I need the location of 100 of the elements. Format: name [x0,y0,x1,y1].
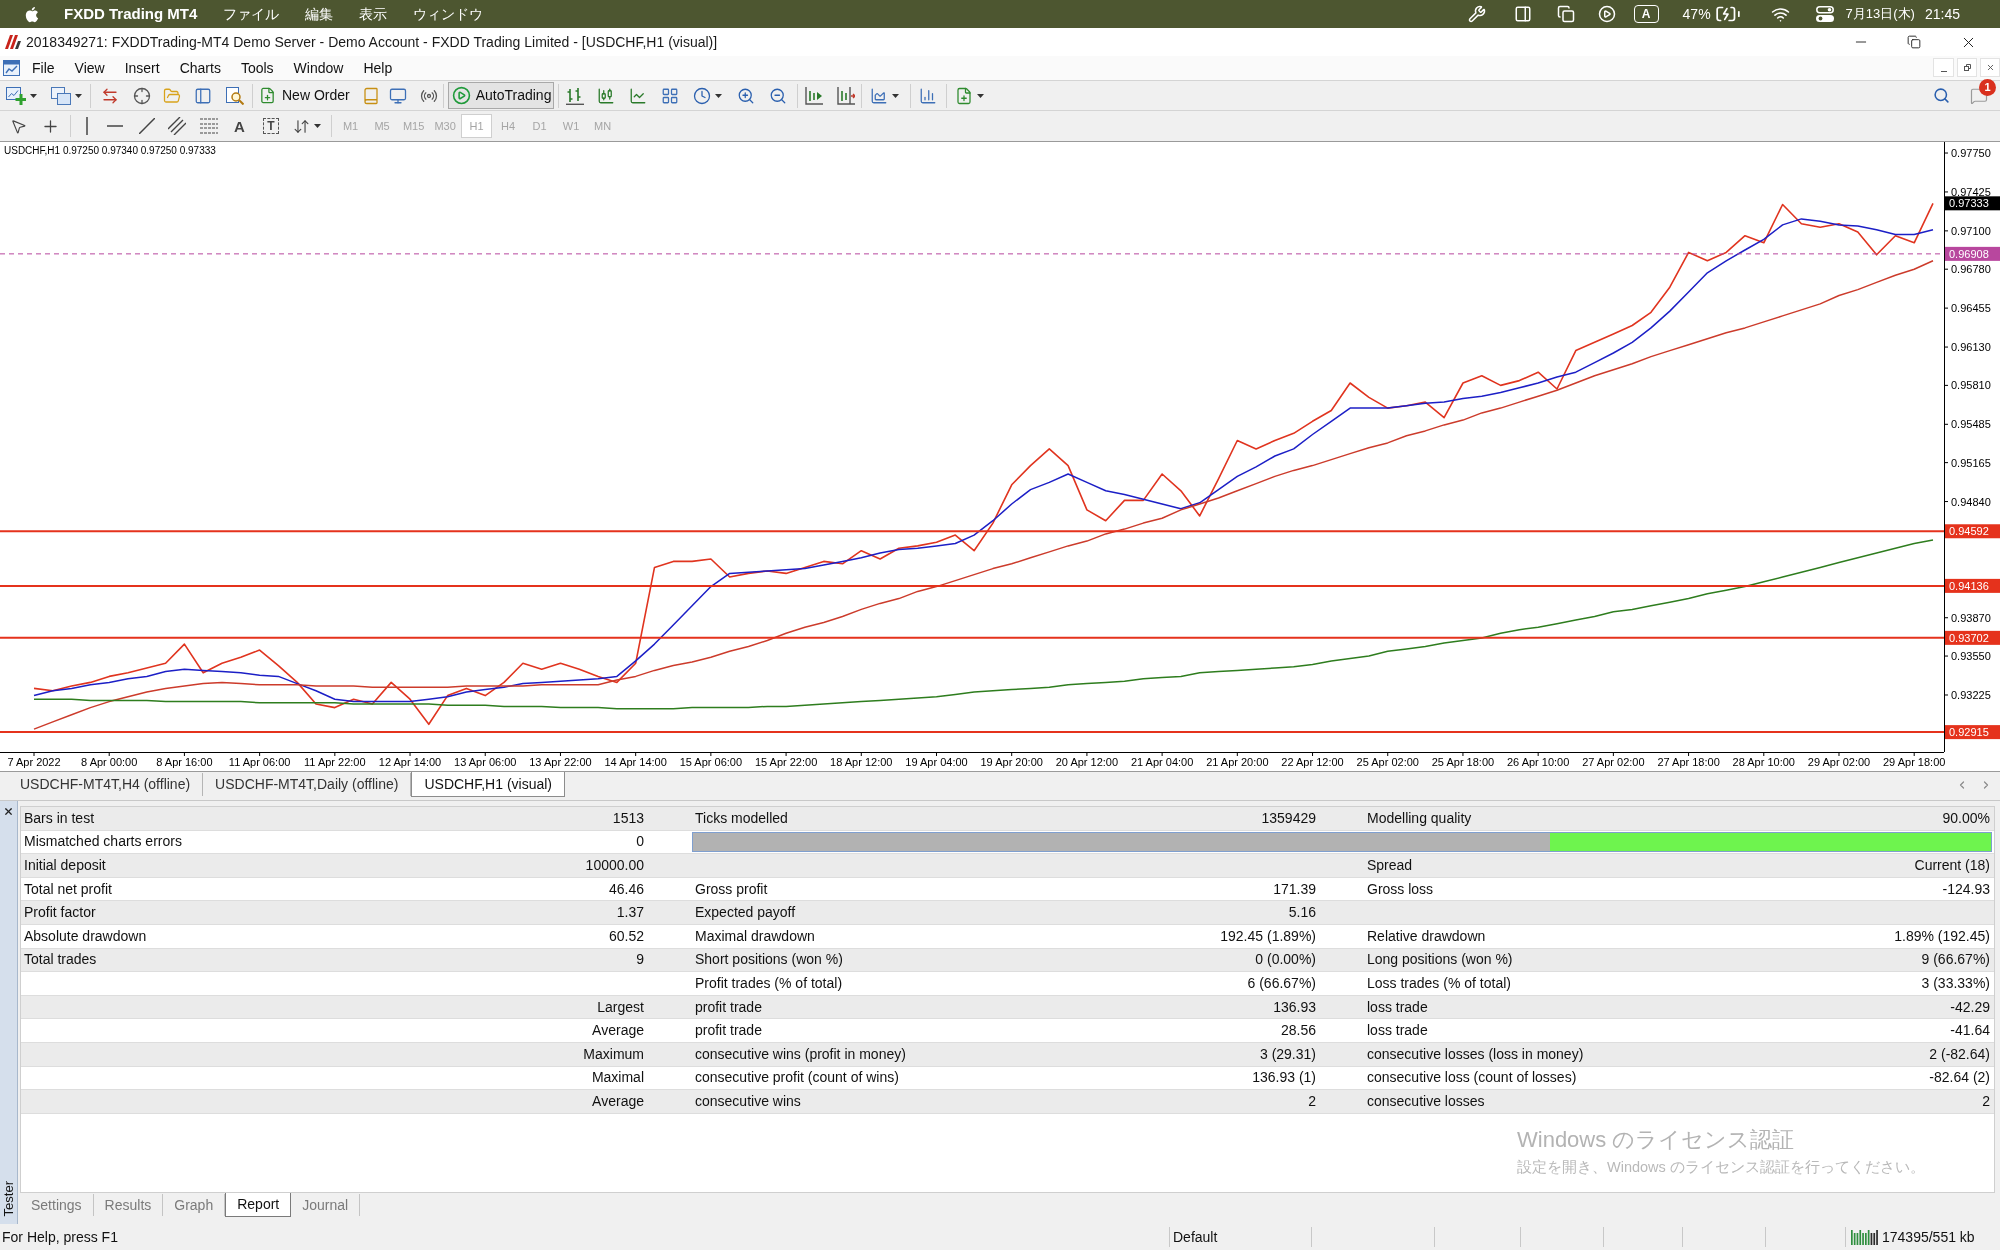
stat-qualifier: Average [592,1022,644,1039]
activation-notice-title: Windows のライセンス認証 [1517,1127,1796,1153]
time-axis-label: 21 Apr 20:00 [1206,756,1269,768]
ref-line-label: 0.94592 [1949,525,1989,538]
price-axis-label: 0.93550 [1951,650,1991,663]
stat-label: Maximal drawdown [695,927,815,944]
stat-label: consecutive losses (loss in money) [1367,1045,1584,1062]
stat-value: 171.39 [1273,880,1316,897]
stat-label: consecutive loss (count of losses) [1367,1069,1577,1086]
stat-value: 60.52 [608,927,644,944]
battery-percentage: 47% [1682,4,1711,24]
stat-value: 136.93 (1) [1252,1069,1316,1086]
stat-label: Profit factor [24,904,96,921]
stat-value: -42.29 [1950,998,1990,1015]
stat-value: 90.00% [1942,809,1990,826]
stat-value: 1359429 [1261,809,1316,826]
stat-value: 3 (33.33%) [1921,974,1990,991]
stat-value: 1513 [612,809,644,826]
stat-value: 2 [1308,1092,1316,1109]
price-axis-label: 0.95810 [1951,379,1991,392]
price-label: 0.94592 [1945,524,2000,539]
time-axis-label: 21 Apr 04:00 [1130,756,1194,768]
stat-value: Current (18) [1914,857,1990,873]
stat-value: -82.64 (2) [1929,1069,1990,1086]
time-axis-label: 27 Apr 02:00 [1582,756,1645,768]
price-label: 0.94136 [1945,578,2000,593]
time-axis-label: 29 Apr 02:00 [1807,756,1871,768]
stat-value: 0 (0.00%) [1255,951,1316,968]
stat-label: loss trade [1367,998,1428,1015]
price-axis-label: 0.96780 [1951,263,1991,276]
time-axis-label: 28 Apr 10:00 [1732,756,1795,768]
time-axis-label: 14 Apr 14:00 [604,756,667,768]
price-axis-label: 0.95165 [1951,456,1991,469]
time-axis-label: 25 Apr 02:00 [1356,756,1419,768]
stat-label: consecutive losses [1367,1092,1485,1109]
time-axis-label: 12 Apr 14:00 [378,756,442,768]
stat-label: Short positions (won %) [695,951,843,968]
price-axis-label: 0.97425 [1951,185,1991,198]
stat-value: 10000.00 [585,857,644,873]
stat-value: 6 (66.67%) [1247,974,1316,991]
stat-value: 1.89% (192.45) [1894,927,1990,944]
stat-value: -41.64 [1950,1022,1990,1039]
price-axis-label: 0.95485 [1951,418,1991,431]
stat-label: consecutive profit (count of wins) [695,1069,899,1086]
stat-label: Total net profit [24,880,112,897]
time-axis-label: 11 Apr 06:00 [228,756,291,768]
time-axis-label: 19 Apr 20:00 [980,756,1043,768]
time-axis-label: 18 Apr 12:00 [830,756,893,768]
stat-label: Loss trades (% of total) [1367,974,1511,991]
stat-label: Long positions (won %) [1367,951,1513,968]
price-axis-label: 0.97750 [1951,147,1991,159]
price-axis-label: 0.93870 [1951,611,1991,624]
price-label: 0.96908 [1945,246,2000,261]
stat-qualifier: Average [592,1092,644,1109]
stat-label: profit trade [695,998,762,1015]
time-axis-label: 26 Apr 10:00 [1506,756,1570,768]
stat-value: 192.45 (1.89%) [1220,927,1316,944]
time-axis-label: 13 Apr 06:00 [454,756,517,768]
time-axis-label: 20 Apr 12:00 [1055,756,1119,768]
ref-line-label: 0.92915 [1949,726,1989,739]
activation-notice-message: 設定を開き、Windows のライセンス認証を行ってください。 [1517,1158,1925,1176]
stat-label: Total trades [24,951,97,968]
ref-line-label: 0.93702 [1949,631,1989,644]
price-label: 0.93702 [1945,630,2000,645]
profile-name: Default [1173,1227,1218,1247]
price-axis-label: 0.96130 [1951,341,1991,354]
stat-label: Gross loss [1367,880,1434,897]
stat-label: Expected payoff [695,904,796,921]
time-axis-label: 8 Apr 00:00 [81,756,138,768]
stat-value: 9 [636,951,644,968]
stat-value: 28.56 [1280,1022,1316,1039]
time-axis-label: 8 Apr 16:00 [156,756,213,768]
price-axis-label: 0.93225 [1951,689,1991,701]
chart-symbol-info: USDCHF,H1 0.97250 0.97340 0.97250 0.97333 [4,145,216,156]
time-axis-label: 11 Apr 22:00 [304,756,366,768]
stat-label: Initial deposit [24,857,106,873]
stat-label: Modelling quality [1367,809,1472,826]
stat-label: Gross profit [695,880,768,897]
stat-label: Relative drawdown [1367,927,1486,944]
ref-line-label: 0.96908 [1949,247,1989,260]
time-axis-label: 22 Apr 12:00 [1281,756,1344,768]
stat-value: 136.93 [1273,998,1316,1015]
time-axis-label: 27 Apr 18:00 [1657,756,1720,768]
time-axis-label: 15 Apr 06:00 [679,756,743,768]
help-text: For Help, press F1 [2,1228,118,1245]
time-axis-label: 13 Apr 22:00 [529,756,592,768]
stat-label: profit trade [695,1022,762,1039]
time-axis-label: 19 Apr 04:00 [905,756,968,768]
price-label: 0.92915 [1945,725,2000,740]
stat-label: loss trade [1367,1022,1428,1039]
stat-value: -124.93 [1942,880,1990,897]
stat-qualifier: Largest [597,998,644,1015]
stat-value: 9 (66.67%) [1921,951,1990,968]
price-axis-label: 0.96455 [1951,302,1991,315]
stat-value: 0 [636,833,644,850]
stat-qualifier: Maximum [583,1045,644,1062]
stat-label: Absolute drawdown [24,927,147,944]
stat-label: Profit trades (% of total) [695,974,843,991]
stat-qualifier: Maximal [591,1069,644,1086]
panel-title: Tester [2,1180,15,1216]
